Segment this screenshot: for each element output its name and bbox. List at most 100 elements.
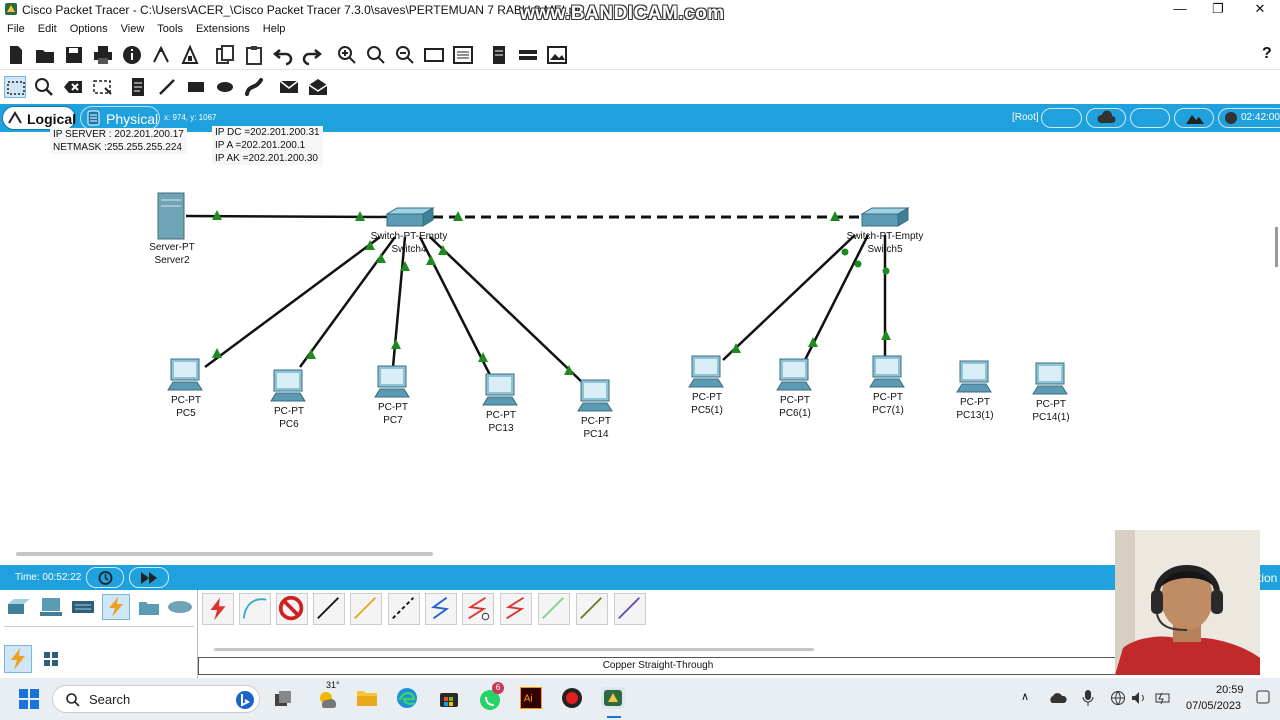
new-file-icon[interactable] [5, 44, 27, 66]
cloud-view-button[interactable] [1086, 108, 1126, 128]
draw-rectangle-icon[interactable] [185, 76, 207, 98]
menu-extensions[interactable]: Extensions [189, 20, 256, 35]
freeform-icon[interactable] [243, 76, 265, 98]
taskbar-clock[interactable]: 20:59 [1216, 684, 1244, 696]
inspect-icon[interactable] [33, 76, 55, 98]
pc5-1-device[interactable] [688, 355, 724, 392]
serial-dte-icon[interactable] [500, 593, 532, 625]
language-icon[interactable] [1110, 690, 1126, 706]
network-info-icon[interactable] [150, 44, 172, 66]
zoom-out-icon[interactable] [394, 44, 416, 66]
undo-icon[interactable] [272, 44, 294, 66]
delete-icon[interactable] [62, 76, 84, 98]
save-icon[interactable] [63, 44, 85, 66]
menu-help[interactable]: Help [256, 20, 292, 35]
tab-physical[interactable]: Physical [80, 106, 160, 130]
menu-options[interactable]: Options [63, 20, 114, 35]
drawing-palette-icon[interactable] [423, 44, 445, 66]
new-cluster-button[interactable] [1041, 108, 1082, 128]
windows-start-icon[interactable] [18, 688, 40, 710]
microphone-icon[interactable] [1081, 689, 1095, 707]
help-icon[interactable]: ? [1262, 45, 1272, 63]
image-icon[interactable] [546, 44, 568, 66]
menu-file[interactable]: File [0, 20, 31, 35]
serial-dce-icon[interactable] [462, 593, 494, 625]
place-note-icon[interactable] [127, 76, 149, 98]
copper-cross-over-icon[interactable] [388, 593, 420, 625]
close-button[interactable]: ✕ [1240, 0, 1280, 20]
custom-devices-icon[interactable] [452, 44, 474, 66]
battery-icon[interactable] [1154, 690, 1172, 706]
paste-icon[interactable] [243, 44, 265, 66]
background-image-button[interactable] [1174, 108, 1214, 128]
pdu-list-icon[interactable] [488, 44, 510, 66]
phone-cable-icon[interactable] [425, 593, 457, 625]
move-object-button[interactable] [1130, 108, 1170, 128]
taskbar-date[interactable]: 07/05/2023 [1186, 700, 1241, 712]
resize-shape-icon[interactable] [91, 76, 113, 98]
horizontal-scrollbar[interactable] [16, 552, 433, 556]
server2-device[interactable] [157, 192, 185, 240]
zoom-in-icon[interactable] [336, 44, 358, 66]
microsoft-store-icon[interactable] [438, 687, 460, 709]
bandicam-icon[interactable] [561, 687, 583, 709]
pc5-device[interactable] [167, 358, 203, 395]
minimize-button[interactable]: — [1160, 0, 1200, 20]
redo-icon[interactable] [301, 44, 323, 66]
logical-workspace-canvas[interactable]: IP SERVER : 202.201.200.17 NETMASK :255.… [0, 126, 1280, 562]
packet-tracer-taskbar-icon[interactable] [601, 687, 625, 709]
fast-forward-button[interactable] [129, 567, 169, 588]
notifications-icon[interactable] [1254, 688, 1272, 706]
pc14-device[interactable] [577, 379, 613, 416]
connections-category-icon[interactable] [102, 594, 130, 620]
misc-category-icon[interactable] [136, 596, 162, 618]
power-cycle-button[interactable] [86, 567, 124, 588]
pc7-1-device[interactable] [869, 355, 905, 392]
menu-edit[interactable]: Edit [31, 20, 63, 35]
edge-browser-icon[interactable] [396, 687, 418, 709]
draw-ellipse-icon[interactable] [214, 76, 236, 98]
draw-line-icon[interactable] [156, 76, 178, 98]
connections-subcategory-icon[interactable] [4, 645, 32, 673]
menu-view[interactable]: View [114, 20, 151, 35]
no-cable-icon[interactable] [276, 593, 308, 625]
print-icon[interactable] [92, 44, 114, 66]
whatsapp-icon[interactable]: 6 [478, 682, 504, 712]
weather-widget-icon[interactable]: 31° [314, 680, 340, 712]
activity-wizard-icon[interactable] [179, 44, 201, 66]
zoom-reset-icon[interactable] [365, 44, 387, 66]
switch4-device[interactable] [385, 206, 435, 228]
tab-logical[interactable]: Logical [2, 106, 76, 130]
info-icon[interactable] [121, 44, 143, 66]
add-complex-pdu-icon[interactable] [307, 76, 329, 98]
tray-overflow-icon[interactable]: ∧ [1021, 690, 1029, 703]
network-device-icon[interactable] [517, 44, 539, 66]
multiuser-category-icon[interactable] [166, 596, 194, 618]
volume-icon[interactable] [1130, 690, 1148, 706]
add-simple-pdu-icon[interactable] [278, 76, 300, 98]
file-explorer-icon[interactable] [356, 688, 378, 708]
switch5-device[interactable] [860, 206, 910, 228]
taskbar-search[interactable]: Search [52, 685, 260, 713]
grid-view-icon[interactable] [42, 650, 60, 668]
pc14-1-device[interactable] [1032, 362, 1068, 399]
task-view-icon[interactable] [273, 689, 293, 709]
coaxial-cable-icon[interactable] [538, 593, 570, 625]
illustrator-icon[interactable]: Ai [520, 687, 542, 709]
vertical-scrollbar[interactable] [1275, 227, 1278, 267]
end-devices-category-icon[interactable] [38, 596, 64, 618]
copper-straight-through-icon[interactable] [313, 593, 345, 625]
pc13-device[interactable] [482, 373, 518, 410]
pc6-device[interactable] [270, 369, 306, 406]
simulation-tab-label[interactable]: tion [1258, 571, 1277, 585]
fiber-cable-icon[interactable] [350, 593, 382, 625]
pc13-1-device[interactable] [956, 360, 992, 397]
components-category-icon[interactable] [70, 596, 96, 618]
open-folder-icon[interactable] [34, 44, 56, 66]
pc7-device[interactable] [374, 365, 410, 402]
network-devices-category-icon[interactable] [6, 596, 32, 618]
maximize-button[interactable]: ❐ [1198, 0, 1238, 20]
select-tool-icon[interactable] [4, 76, 26, 98]
viewport-button[interactable]: 02:42:00 [1218, 108, 1280, 128]
onedrive-icon[interactable] [1048, 691, 1068, 705]
